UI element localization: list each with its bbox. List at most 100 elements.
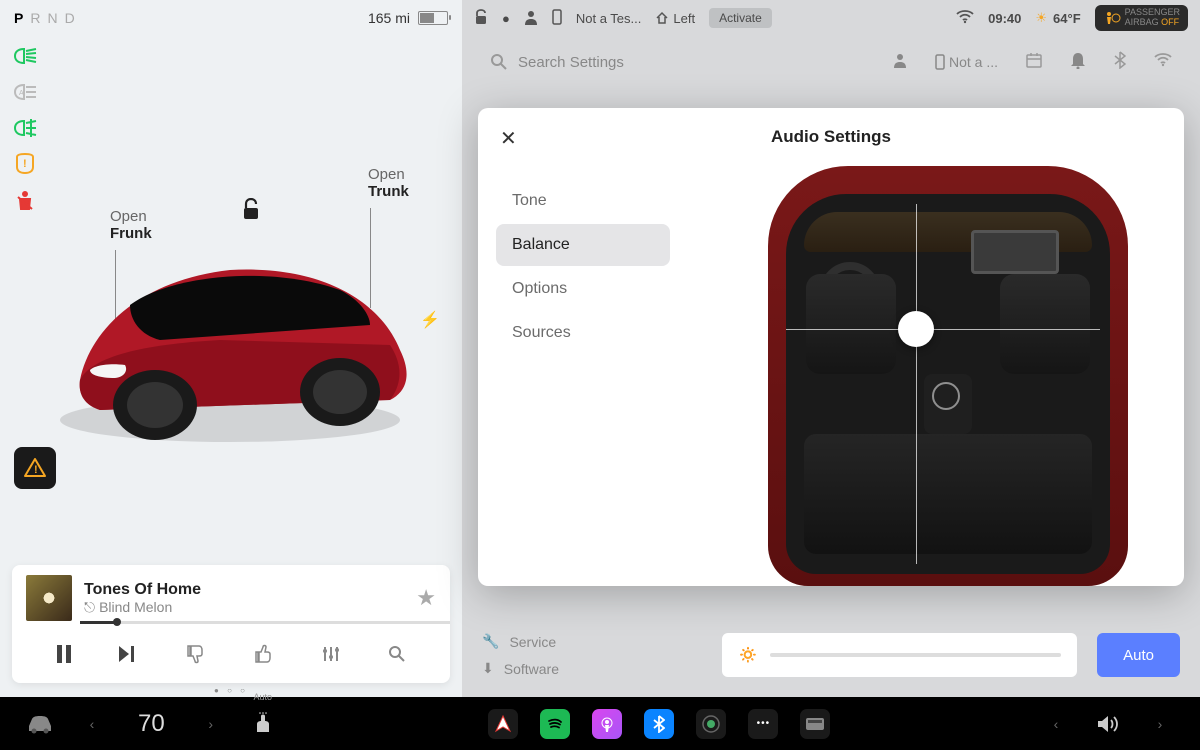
tab-options[interactable]: Options [496, 268, 670, 310]
tab-sources[interactable]: Sources [496, 312, 670, 354]
bluetooth-icon[interactable] [1114, 51, 1126, 74]
thumbs-up-button[interactable] [255, 644, 275, 669]
balance-crosshair-v [916, 204, 917, 564]
open-trunk-button[interactable]: OpenTrunk [368, 166, 409, 200]
sun-icon: ☀ [1035, 10, 1047, 26]
tpms-icon: ! [12, 153, 38, 175]
favorite-button[interactable]: ★ [416, 585, 436, 611]
thumbs-down-button[interactable] [187, 644, 207, 669]
spotify-app-icon[interactable] [535, 704, 575, 744]
balance-center-marker [932, 382, 960, 410]
nav-app-icon[interactable] [483, 704, 523, 744]
page-dots[interactable]: ● ○ ○ [0, 686, 462, 695]
balance-crosshair-h [786, 329, 1100, 330]
search-icon [490, 53, 508, 71]
bottom-dock: ‹ 70 › Auto ••• ‹ › [0, 697, 1200, 750]
profile-icon[interactable] [524, 9, 538, 28]
camera-app-icon[interactable] [691, 704, 731, 744]
balance-control-dot[interactable] [898, 311, 934, 347]
range-value: 165 mi [368, 10, 410, 26]
temp-down-button[interactable]: ‹ [72, 704, 112, 744]
cabin-temp[interactable]: 70 [124, 710, 179, 738]
weather[interactable]: ☀64°F [1035, 10, 1080, 26]
volume-up-button[interactable]: › [1140, 704, 1180, 744]
status-icons-column: A ! [12, 45, 38, 211]
bluetooth-app-icon[interactable] [639, 704, 679, 744]
search-settings-input[interactable]: Search Settings [490, 53, 875, 71]
homelink[interactable]: Left [655, 11, 695, 26]
seat-heat-auto-label: Auto [253, 692, 272, 702]
download-icon: ⬇ [482, 660, 494, 677]
tab-tone[interactable]: Tone [496, 180, 670, 222]
auto-highbeam-icon: A [12, 81, 38, 103]
search-placeholder: Search Settings [518, 54, 624, 71]
pause-button[interactable] [56, 645, 72, 668]
cast-icon: ⎋ [84, 599, 95, 616]
sentry-icon[interactable]: ● [502, 11, 510, 26]
headlight-icon [12, 45, 38, 67]
wrench-icon: 🔧 [482, 633, 499, 650]
brightness-icon: 🔅 [738, 645, 758, 665]
right-panel: ● Not a Tes... Left Activate 09:40 ☀64°F… [462, 0, 1200, 697]
balance-panel [688, 166, 1184, 586]
profile-icon[interactable] [893, 52, 907, 73]
eq-button[interactable] [322, 645, 340, 668]
gear-indicator: P R N D [14, 10, 75, 26]
seatbelt-icon [12, 189, 38, 211]
top-statusbar: ● Not a Tes... Left Activate 09:40 ☀64°F… [462, 0, 1200, 36]
notification-icon[interactable] [1070, 51, 1086, 74]
lock-status-icon[interactable] [474, 9, 488, 28]
seat-heater-left[interactable]: Auto [243, 704, 283, 744]
airbag-badge: PASSENGERAIRBAG OFF [1095, 5, 1188, 31]
battery-icon [418, 11, 448, 25]
car-app-icon[interactable] [20, 704, 60, 744]
settings-software-row[interactable]: ⬇Software [482, 660, 702, 677]
clock: 09:40 [988, 11, 1021, 26]
svg-text:A: A [19, 90, 24, 97]
left-panel: P R N D 165 mi A ! OpenFrunk OpenTrunk [0, 0, 462, 697]
close-button[interactable]: ✕ [500, 126, 517, 151]
charge-bolt-icon: ⚡ [420, 310, 440, 330]
volume-icon[interactable] [1088, 704, 1128, 744]
modal-title: Audio Settings [771, 127, 891, 147]
svg-text:!: ! [34, 464, 38, 476]
settings-search-row: Search Settings Not a ... [462, 36, 1200, 88]
track-progress[interactable] [80, 621, 450, 624]
car-visualization: OpenFrunk OpenTrunk ⚡ [40, 150, 442, 490]
calendar-icon[interactable] [1026, 52, 1042, 73]
under-modal-row: 🔧Service ⬇Software 🔅 Auto [482, 627, 1180, 683]
volume-down-button[interactable]: ‹ [1036, 704, 1076, 744]
temp-up-button[interactable]: › [191, 704, 231, 744]
audio-tabs: Tone Balance Options Sources [478, 166, 688, 586]
warning-badge[interactable]: ! [14, 447, 56, 489]
wifi-icon[interactable] [1154, 53, 1172, 72]
brightness-slider[interactable]: 🔅 [722, 633, 1077, 677]
track-title: Tones Of Home [84, 581, 404, 599]
foglight-icon [12, 117, 38, 139]
next-button[interactable] [119, 646, 139, 667]
settings-service-row[interactable]: 🔧Service [482, 633, 702, 650]
gear-n: N [47, 10, 57, 26]
brightness-auto-button[interactable]: Auto [1097, 633, 1180, 677]
gear-d: D [65, 10, 75, 26]
more-apps-icon[interactable]: ••• [743, 704, 783, 744]
wifi-icon[interactable] [956, 10, 974, 27]
media-card[interactable]: Tones Of Home ⎋Blind Melon ★ [12, 565, 450, 683]
car-topdown[interactable] [708, 166, 1184, 586]
audio-settings-modal: ✕ Audio Settings Tone Balance Options So… [478, 108, 1184, 586]
gear-p: P [14, 10, 23, 26]
search-button[interactable] [388, 645, 406, 668]
dashcam-app-icon[interactable] [795, 704, 835, 744]
phone-short[interactable]: Not a ... [935, 54, 998, 70]
gear-r: R [30, 10, 40, 26]
svg-text:!: ! [23, 158, 27, 170]
phone-icon[interactable] [552, 9, 562, 28]
activate-button[interactable]: Activate [709, 8, 772, 28]
car-render [40, 210, 430, 470]
range-display: 165 mi [368, 10, 448, 26]
podcasts-app-icon[interactable] [587, 704, 627, 744]
tab-balance[interactable]: Balance [496, 224, 670, 266]
profile-name[interactable]: Not a Tes... [576, 11, 642, 26]
album-art [26, 575, 72, 621]
track-artist: ⎋Blind Melon [84, 599, 404, 616]
